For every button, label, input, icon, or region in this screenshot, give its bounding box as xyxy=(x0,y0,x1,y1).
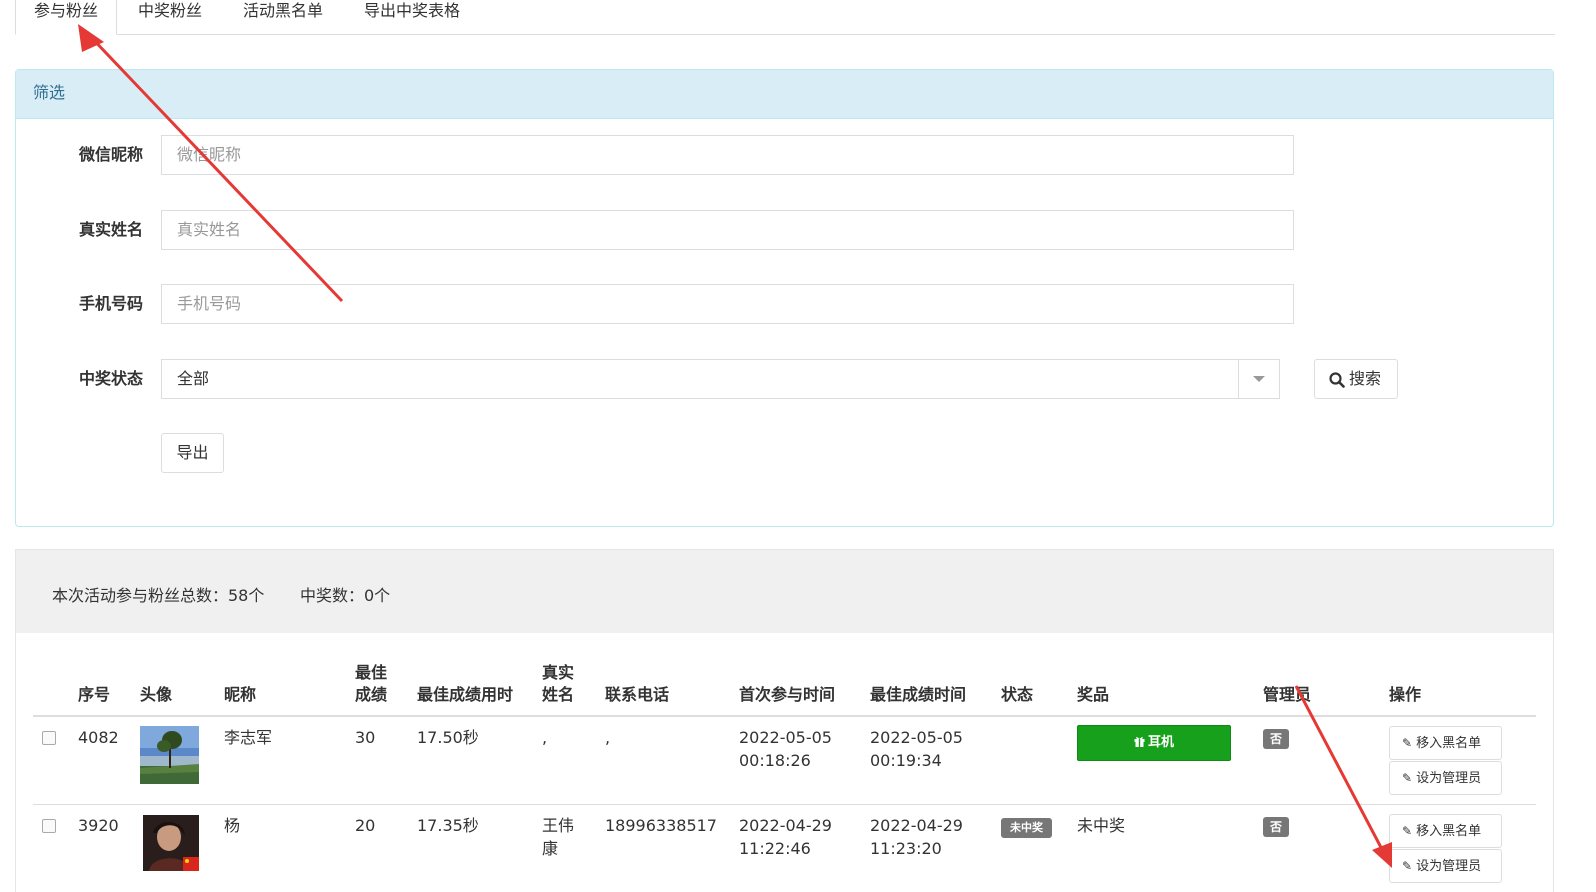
realname-input[interactable]: 真实姓名 xyxy=(161,210,1294,250)
edit-icon: ✎ xyxy=(1402,824,1413,838)
avatar xyxy=(140,726,199,784)
status-select-value: 全部 xyxy=(177,369,210,388)
search-button[interactable]: 搜索 xyxy=(1314,359,1398,399)
phone-row: 手机号码 手机号码 xyxy=(16,284,1553,324)
phone-label: 手机号码 xyxy=(79,294,144,313)
row-best-time: 11:23:20 xyxy=(870,839,942,858)
header-best-time: 最佳成绩用时 xyxy=(417,685,514,704)
row-duration: 17.50秒 xyxy=(417,728,479,747)
row-best-time: 00:19:34 xyxy=(870,751,942,770)
caret-down-icon xyxy=(1253,376,1265,382)
row-best-date: 2022-04-29 xyxy=(870,816,963,835)
tab-label: 活动黑名单 xyxy=(243,1,324,20)
blacklist-label: 移入黑名单 xyxy=(1416,824,1482,839)
row-checkbox[interactable] xyxy=(42,819,56,833)
tab-winners[interactable]: 中奖粉丝 xyxy=(120,0,220,34)
header-actions: 操作 xyxy=(1389,685,1422,704)
winner-count: 中奖数：0个 xyxy=(300,586,391,605)
nickname-row: 微信昵称 微信昵称 xyxy=(16,135,1553,175)
admin-badge: 否 xyxy=(1263,817,1289,837)
row-phone: 18996338517 xyxy=(605,816,717,835)
header-avatar: 头像 xyxy=(140,685,173,704)
header-best-score-1: 最佳 xyxy=(355,663,388,682)
blacklist-label: 移入黑名单 xyxy=(1416,736,1482,751)
row-id: 4082 xyxy=(78,728,119,747)
realname-label: 真实姓名 xyxy=(79,220,144,239)
tab-export-winners[interactable]: 导出中奖表格 xyxy=(346,0,478,34)
status-badge: 未中奖 xyxy=(1001,818,1052,838)
tab-bar: 参与粉丝 中奖粉丝 活动黑名单 导出中奖表格 xyxy=(15,0,1555,35)
header-real-name-1: 真实 xyxy=(542,663,575,682)
row-phone: , xyxy=(605,728,611,747)
nickname-input[interactable]: 微信昵称 xyxy=(161,135,1294,175)
export-button-label: 导出 xyxy=(176,443,209,462)
row-prize: 未中奖 xyxy=(1077,816,1126,835)
set-admin-button[interactable]: ✎ 设为管理员 xyxy=(1389,761,1502,795)
status-select[interactable]: 全部 xyxy=(161,359,1280,399)
header-nickname: 昵称 xyxy=(224,685,257,704)
row-real-name: , xyxy=(542,728,548,747)
prize-label: 耳机 xyxy=(1147,735,1174,750)
header-best-score-2: 成绩 xyxy=(355,685,388,704)
nickname-label: 微信昵称 xyxy=(79,145,144,164)
row-real-name-cont: 康 xyxy=(542,839,559,858)
row-checkbox[interactable] xyxy=(42,731,56,745)
filter-panel-title: 筛选 xyxy=(16,70,1553,119)
header-prize: 奖品 xyxy=(1077,685,1110,704)
header-admin: 管理员 xyxy=(1263,685,1312,704)
prize-button[interactable]: 耳机 xyxy=(1077,725,1231,761)
select-toggle[interactable] xyxy=(1238,360,1279,398)
search-icon xyxy=(1329,372,1345,388)
set-admin-label: 设为管理员 xyxy=(1416,771,1482,786)
row-score: 30 xyxy=(355,728,376,747)
status-row: 中奖状态 全部 搜索 xyxy=(16,359,1553,399)
search-button-label: 搜索 xyxy=(1349,369,1382,388)
realname-row: 真实姓名 真实姓名 xyxy=(16,210,1553,250)
header-best-score-time: 最佳成绩时间 xyxy=(870,685,967,704)
row-first-date: 2022-05-05 xyxy=(739,728,832,747)
row-real-name: 王伟 xyxy=(542,816,575,835)
edit-icon: ✎ xyxy=(1402,859,1413,873)
blacklist-button[interactable]: ✎ 移入黑名单 xyxy=(1389,726,1502,760)
header-phone: 联系电话 xyxy=(605,685,670,704)
row-first-time: 00:18:26 xyxy=(739,751,811,770)
participant-count: 本次活动参与粉丝总数：58个 xyxy=(52,586,265,605)
row-score: 20 xyxy=(355,816,376,835)
row-first-time: 11:22:46 xyxy=(739,839,811,858)
phone-input[interactable]: 手机号码 xyxy=(161,284,1294,324)
set-admin-label: 设为管理员 xyxy=(1416,859,1482,874)
blacklist-button[interactable]: ✎ 移入黑名单 xyxy=(1389,814,1502,848)
row-first-date: 2022-04-29 xyxy=(739,816,832,835)
tab-label: 参与粉丝 xyxy=(34,1,99,20)
row-duration: 17.35秒 xyxy=(417,816,479,835)
tab-label: 导出中奖表格 xyxy=(364,1,461,20)
summary-bar: 本次活动参与粉丝总数：58个 中奖数：0个 xyxy=(15,549,1554,634)
tab-label: 中奖粉丝 xyxy=(138,1,203,20)
header-status: 状态 xyxy=(1001,685,1034,704)
edit-icon: ✎ xyxy=(1402,736,1413,750)
export-button[interactable]: 导出 xyxy=(161,433,224,473)
row-nickname: 李志军 xyxy=(224,728,273,747)
gift-icon xyxy=(1134,737,1145,747)
row-best-date: 2022-05-05 xyxy=(870,728,963,747)
row-id: 3920 xyxy=(78,816,119,835)
avatar xyxy=(143,815,199,871)
header-first-join: 首次参与时间 xyxy=(739,685,836,704)
tab-blacklist[interactable]: 活动黑名单 xyxy=(225,0,341,34)
row-divider xyxy=(33,804,1536,805)
admin-badge: 否 xyxy=(1263,729,1289,749)
set-admin-button[interactable]: ✎ 设为管理员 xyxy=(1389,849,1502,883)
edit-icon: ✎ xyxy=(1402,771,1413,785)
filter-panel: 筛选 微信昵称 微信昵称 真实姓名 真实姓名 手机号码 手机号码 中奖状态 全部… xyxy=(15,69,1554,527)
header-divider xyxy=(33,715,1536,717)
header-real-name-2: 姓名 xyxy=(542,685,575,704)
status-label: 中奖状态 xyxy=(79,369,144,388)
participants-table: 序号 头像 昵称 最佳 成绩 最佳成绩用时 真实 姓名 联系电话 首次参与时间 … xyxy=(15,633,1554,892)
tab-participants[interactable]: 参与粉丝 xyxy=(15,0,117,35)
row-nickname: 杨 xyxy=(224,816,241,835)
header-id: 序号 xyxy=(78,685,111,704)
